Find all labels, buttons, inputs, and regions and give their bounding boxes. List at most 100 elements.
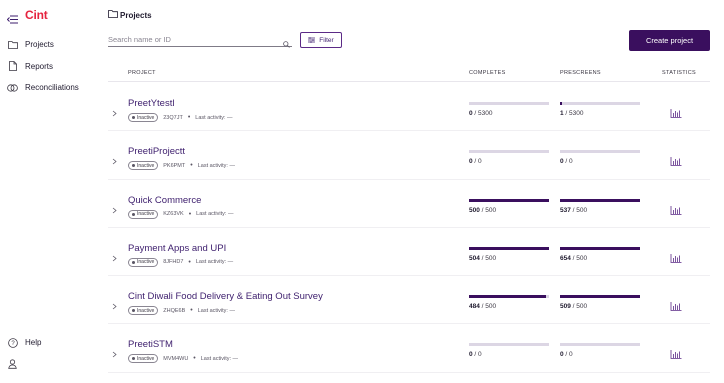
last-activity: Last activity: —	[196, 211, 234, 218]
collapse-menu-icon[interactable]	[6, 11, 18, 23]
page-title: Projects	[120, 10, 152, 20]
statistics-chart-icon[interactable]	[670, 250, 682, 263]
main-content: Projects Search name or ID Filter Create…	[108, 0, 716, 383]
project-id: 23Q7JT	[163, 114, 183, 121]
table-row[interactable]: Cint Diwali Food Delivery & Eating Out S…	[108, 276, 710, 325]
search-input[interactable]: Search name or ID	[108, 33, 292, 48]
completes-value: 504 / 500	[469, 254, 497, 262]
completes-progress	[469, 150, 549, 154]
completes-progress	[469, 198, 549, 202]
statistics-chart-icon[interactable]	[670, 202, 682, 215]
column-header-prescreens[interactable]: PRESCREENS	[560, 70, 601, 76]
prescreens-value: 1 / 5300	[560, 110, 584, 117]
coins-icon	[7, 82, 18, 93]
last-activity: Last activity: —	[195, 114, 233, 121]
status-badge: Inactive	[128, 209, 159, 219]
prescreens-value: 0 / 0	[560, 351, 573, 359]
last-activity: Last activity: —	[195, 259, 234, 266]
statistics-chart-icon[interactable]	[670, 153, 682, 167]
search-icon[interactable]	[283, 35, 290, 53]
project-meta: Inactive 23Q7JT • Last activity: —	[128, 113, 233, 122]
sidebar-item-label: Projects	[25, 40, 54, 50]
table-row[interactable]: PreetiProjectt Inactive PK6PMT • Last ac…	[108, 131, 710, 180]
prescreens-value: 654 / 500	[560, 254, 588, 262]
svg-text:?: ?	[11, 341, 15, 347]
project-name[interactable]: Payment Apps and UPI	[128, 243, 226, 254]
chevron-right-icon[interactable]	[111, 249, 118, 262]
status-badge: Inactive	[128, 113, 159, 122]
statistics-chart-icon[interactable]	[670, 346, 682, 360]
completes-progress	[469, 246, 549, 250]
prescreens-progress	[560, 343, 640, 347]
sidebar-nav: Projects Reports Reconciliations	[7, 34, 79, 99]
column-header-project[interactable]: PROJECT	[128, 70, 156, 76]
sidebar-header: Cint	[6, 8, 48, 23]
project-id: 8JFHD7	[163, 259, 184, 266]
help-icon: ?	[7, 337, 18, 348]
prescreens-progress	[560, 102, 640, 105]
project-meta: Inactive KZ63VK • Last activity: —	[128, 209, 234, 219]
completes-value: 0 / 5300	[469, 110, 493, 117]
chevron-right-icon[interactable]	[111, 104, 118, 117]
table-row[interactable]: Payment Apps and UPI Inactive 8JFHD7 • L…	[108, 228, 710, 277]
project-id: ZHQE6B	[163, 307, 186, 314]
project-name[interactable]: Cint Diwali Food Delivery & Eating Out S…	[128, 291, 323, 302]
table-row[interactable]: Quick Commerce Inactive KZ63VK • Last ac…	[108, 180, 710, 228]
chevron-right-icon[interactable]	[111, 152, 118, 165]
sidebar-item-label: Reconciliations	[25, 83, 79, 93]
last-activity: Last activity: —	[200, 355, 239, 362]
table-row[interactable]: PreetYtestl Inactive 23Q7JT • Last activ…	[108, 83, 710, 132]
sidebar-bottom: ? Help	[7, 332, 41, 375]
chevron-right-icon[interactable]	[111, 297, 118, 310]
project-id: MVM4WU	[163, 355, 189, 362]
breadcrumb: Projects	[108, 10, 152, 20]
completes-progress	[469, 295, 549, 299]
table-row[interactable]: PreetiSTM Inactive MVM4WU • Last activit…	[108, 324, 710, 373]
chevron-right-icon[interactable]	[111, 201, 118, 213]
project-table: PreetYtestl Inactive 23Q7JT • Last activ…	[108, 83, 710, 373]
table-header: PROJECT COMPLETES PRESCREENS STATISTICS	[108, 66, 710, 82]
last-activity: Last activity: —	[197, 162, 235, 169]
completes-value: 500 / 500	[469, 206, 497, 214]
chevron-right-icon[interactable]	[111, 345, 118, 358]
last-activity: Last activity: —	[197, 307, 235, 314]
status-badge: Inactive	[128, 257, 159, 267]
prescreens-progress	[560, 295, 640, 299]
create-project-button[interactable]: Create project	[629, 30, 710, 51]
sidebar-item-label: Help	[25, 338, 42, 348]
sidebar-item-reconciliations[interactable]: Reconciliations	[7, 77, 79, 99]
project-name[interactable]: PreetiSTM	[128, 339, 173, 350]
sidebar-item-label: Reports	[25, 61, 54, 71]
project-name[interactable]: PreetYtestl	[128, 98, 174, 109]
project-meta: Inactive MVM4WU • Last activity: —	[128, 354, 239, 364]
sidebar-item-reports[interactable]: Reports	[7, 56, 79, 78]
project-id: KZ63VK	[163, 211, 184, 218]
prescreens-progress	[560, 150, 640, 154]
sidebar-item-help[interactable]: ? Help	[7, 332, 41, 354]
column-header-statistics: STATISTICS	[662, 70, 696, 76]
project-meta: Inactive 8JFHD7 • Last activity: —	[128, 257, 234, 267]
project-name[interactable]: PreetiProjectt	[128, 146, 185, 157]
column-header-completes[interactable]: COMPLETES	[469, 70, 506, 76]
folder-icon	[108, 10, 118, 20]
sidebar-item-projects[interactable]: Projects	[7, 34, 79, 56]
completes-value: 0 / 0	[469, 351, 482, 359]
prescreens-value: 0 / 0	[560, 158, 573, 166]
status-badge: Inactive	[128, 354, 159, 364]
filter-label: Filter	[319, 36, 334, 44]
completes-value: 0 / 0	[469, 158, 482, 166]
cint-logo[interactable]: Cint	[25, 8, 48, 22]
status-badge: Inactive	[128, 161, 159, 171]
statistics-chart-icon[interactable]	[670, 105, 682, 118]
prescreens-value: 509 / 500	[560, 303, 588, 311]
project-name[interactable]: Quick Commerce	[128, 195, 201, 206]
status-badge: Inactive	[128, 306, 159, 316]
sidebar: Cint Projects Reports Reconciliations ?	[0, 0, 92, 383]
document-icon	[7, 61, 18, 72]
project-meta: Inactive PK6PMT • Last activity: —	[128, 161, 235, 171]
sidebar-item-profile[interactable]	[7, 354, 41, 376]
completes-value: 484 / 500	[469, 303, 497, 311]
statistics-chart-icon[interactable]	[670, 298, 682, 312]
filter-button[interactable]: Filter	[300, 32, 342, 48]
folder-icon	[7, 39, 18, 50]
